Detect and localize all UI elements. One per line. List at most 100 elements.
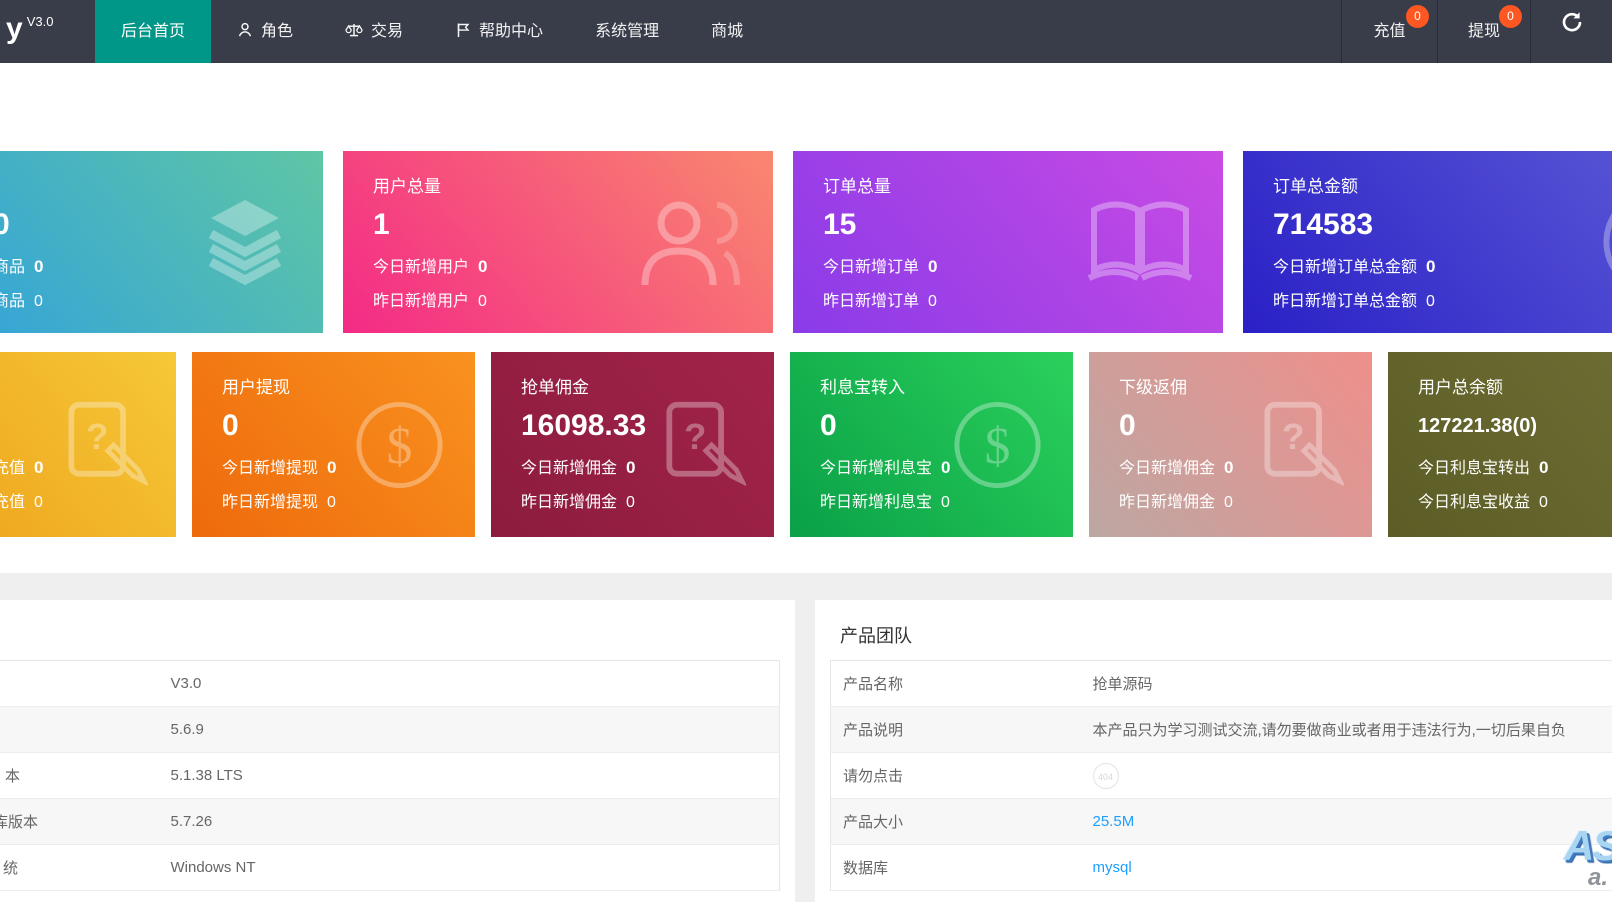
scales-icon: [345, 2, 363, 65]
product-team-panel: 产品团队 产品名称 抢单源码 产品说明 本产品只为学习测试交流,请勿要做商业或者…: [815, 600, 1612, 902]
logo-text: y: [6, 12, 23, 45]
table-row: 产品大小 25.5M: [831, 799, 1612, 845]
system-value: 5.7.26: [159, 799, 780, 845]
table-row: 库版本 5.7.26: [0, 799, 780, 845]
refresh-icon: [1560, 0, 1584, 61]
top-navbar: y V3.0 后台首页 角色 交易 帮助中心 系统管理 商城 充值 0 提现 0: [0, 0, 1612, 63]
withdraw-button[interactable]: 提现 0: [1437, 0, 1530, 63]
card-stat-line: 今日新增订单总金额0: [1273, 249, 1612, 284]
stat-card-sub-rebate: 下级返佣 0 今日新增佣金0 昨日新增佣金0 ?: [1089, 352, 1372, 537]
card-number: [0, 406, 176, 450]
nav-item-trade[interactable]: 交易: [319, 0, 429, 63]
table-row: 本 5.1.38 LTS: [0, 753, 780, 799]
card-number: 0: [1119, 406, 1372, 450]
main-nav: 后台首页 角色 交易 帮助中心 系统管理 商城: [95, 0, 769, 63]
card-stat-line: 今日利息宝收益0: [1418, 485, 1612, 520]
nav-item-help-center[interactable]: 帮助中心: [429, 0, 569, 63]
table-row: V3.0: [0, 661, 780, 707]
table-row: 统 Windows NT: [0, 845, 780, 891]
stat-card-orders-total: 订单总量 15 今日新增订单0 昨日新增订单0: [793, 151, 1223, 333]
version-label: V3.0: [27, 14, 54, 29]
card-stat-line: 今日利息宝转出0: [1418, 450, 1612, 485]
system-info-panel: V3.0 5.6.9 本 5.1.38 LTS 库版本 5.7.26 统 Win…: [0, 600, 795, 902]
stat-card-order-amount: 订单总金额 714583 今日新增订单总金额0 昨日新增订单总金额0 $: [1243, 151, 1612, 333]
stat-card-users-total: 用户总量 1 今日新增用户0 昨日新增用户0: [343, 151, 773, 333]
stat-card-recharge: 充值0 充值0 ?: [0, 352, 176, 537]
nav-item-roles[interactable]: 角色: [211, 0, 319, 63]
stat-cards-row-2: 充值0 充值0 ? 用户提现 0 今日新增提现0 昨日新增提现0 $ 抢单佣金 …: [0, 352, 1612, 537]
card-number: 127221.38(0): [1418, 406, 1612, 450]
withdraw-badge: 0: [1499, 5, 1522, 28]
product-desc-value: 本产品只为学习测试交流,请勿要做商业或者用于违法行为,一切后果自负: [1081, 707, 1612, 753]
card-title: 抢单佣金: [521, 376, 774, 406]
recharge-button[interactable]: 充值 0: [1341, 0, 1437, 63]
card-stat-line: 昨日新增订单总金额0: [1273, 284, 1612, 319]
card-stat-line: 昨日新增用户0: [373, 284, 773, 319]
card-number: 0: [222, 406, 475, 450]
card-stat-line: 昨日新增订单0: [823, 284, 1223, 319]
card-number: 15: [823, 205, 1223, 249]
card-number: 1: [373, 205, 773, 249]
card-stat-line: 今日新增利息宝0: [820, 450, 1073, 485]
404-badge[interactable]: 404: [1093, 763, 1119, 789]
refresh-button[interactable]: [1530, 0, 1612, 63]
system-value: 5.1.38 LTS: [159, 753, 780, 799]
card-stat-line: 今日新增用户0: [373, 249, 773, 284]
card-stat-line: 商品0: [0, 249, 323, 284]
system-value: Windows NT: [159, 845, 780, 891]
card-title: 下级返佣: [1119, 376, 1372, 406]
system-value: V3.0: [159, 661, 780, 707]
card-title: 用户总量: [373, 175, 773, 205]
nav-item-system[interactable]: 系统管理: [569, 0, 685, 63]
product-size-link[interactable]: 25.5M: [1093, 813, 1135, 830]
flag-icon: [455, 2, 471, 65]
card-number: 0: [820, 406, 1073, 450]
database-link[interactable]: mysql: [1093, 859, 1132, 876]
stat-card-user-balance: 用户总余额 127221.38(0) 今日利息宝转出0 今日利息宝收益0 $: [1388, 352, 1612, 537]
table-row: 产品说明 本产品只为学习测试交流,请勿要做商业或者用于违法行为,一切后果自负: [831, 707, 1612, 753]
card-title: [0, 175, 323, 205]
card-title: 利息宝转入: [820, 376, 1073, 406]
card-stat-line: 商品0: [0, 284, 323, 319]
navbar-right: 充值 0 提现 0: [1341, 0, 1612, 63]
nav-item-home[interactable]: 后台首页: [95, 0, 211, 63]
system-info-title: [0, 600, 795, 660]
card-stat-line: 昨日新增佣金0: [521, 485, 774, 520]
card-title: 用户总余额: [1418, 376, 1612, 406]
nav-item-mall[interactable]: 商城: [685, 0, 769, 63]
stat-cards-row-1: 0 商品0 商品0 用户总量 1 今日新增用户0 昨日新增用户0 订单总量 15…: [0, 151, 1612, 333]
card-title: [0, 376, 176, 406]
stat-card-interest-in: 利息宝转入 0 今日新增利息宝0 昨日新增利息宝0 $: [790, 352, 1073, 537]
table-row: 产品名称 抢单源码: [831, 661, 1612, 707]
card-stat-line: 今日新增佣金0: [1119, 450, 1372, 485]
user-icon: [237, 2, 253, 65]
table-row: 请勿点击 404: [831, 753, 1612, 799]
card-stat-line: 今日新增提现0: [222, 450, 475, 485]
card-stat-line: 今日新增佣金0: [521, 450, 774, 485]
card-title: 订单总量: [823, 175, 1223, 205]
bottom-section: V3.0 5.6.9 本 5.1.38 LTS 库版本 5.7.26 统 Win…: [0, 573, 1612, 902]
card-number: 0: [0, 205, 323, 249]
card-stat-line: 昨日新增佣金0: [1119, 485, 1372, 520]
card-stat-line: 昨日新增利息宝0: [820, 485, 1073, 520]
recharge-badge: 0: [1406, 5, 1429, 28]
card-stat-line: 充值0: [0, 450, 176, 485]
card-stat-line: 充值0: [0, 485, 176, 520]
card-stat-line: 今日新增订单0: [823, 249, 1223, 284]
card-number: 16098.33: [521, 406, 774, 450]
card-number: 714583: [1273, 205, 1612, 249]
product-team-title: 产品团队: [815, 600, 1612, 660]
product-team-table: 产品名称 抢单源码 产品说明 本产品只为学习测试交流,请勿要做商业或者用于违法行…: [830, 660, 1612, 891]
card-title: 订单总金额: [1273, 175, 1612, 205]
app-logo: y V3.0: [6, 12, 53, 46]
stat-card-commission: 抢单佣金 16098.33 今日新增佣金0 昨日新增佣金0 ?: [491, 352, 774, 537]
card-title: 用户提现: [222, 376, 475, 406]
system-value: 5.6.9: [159, 707, 780, 753]
product-name-value: 抢单源码: [1081, 661, 1612, 707]
stat-card-withdraw: 用户提现 0 今日新增提现0 昨日新增提现0 $: [192, 352, 475, 537]
stat-card-goods: 0 商品0 商品0: [0, 151, 323, 333]
system-info-table: V3.0 5.6.9 本 5.1.38 LTS 库版本 5.7.26 统 Win…: [0, 660, 780, 891]
table-row: 5.6.9: [0, 707, 780, 753]
card-stat-line: 昨日新增提现0: [222, 485, 475, 520]
table-row: 数据库 mysql: [831, 845, 1612, 891]
